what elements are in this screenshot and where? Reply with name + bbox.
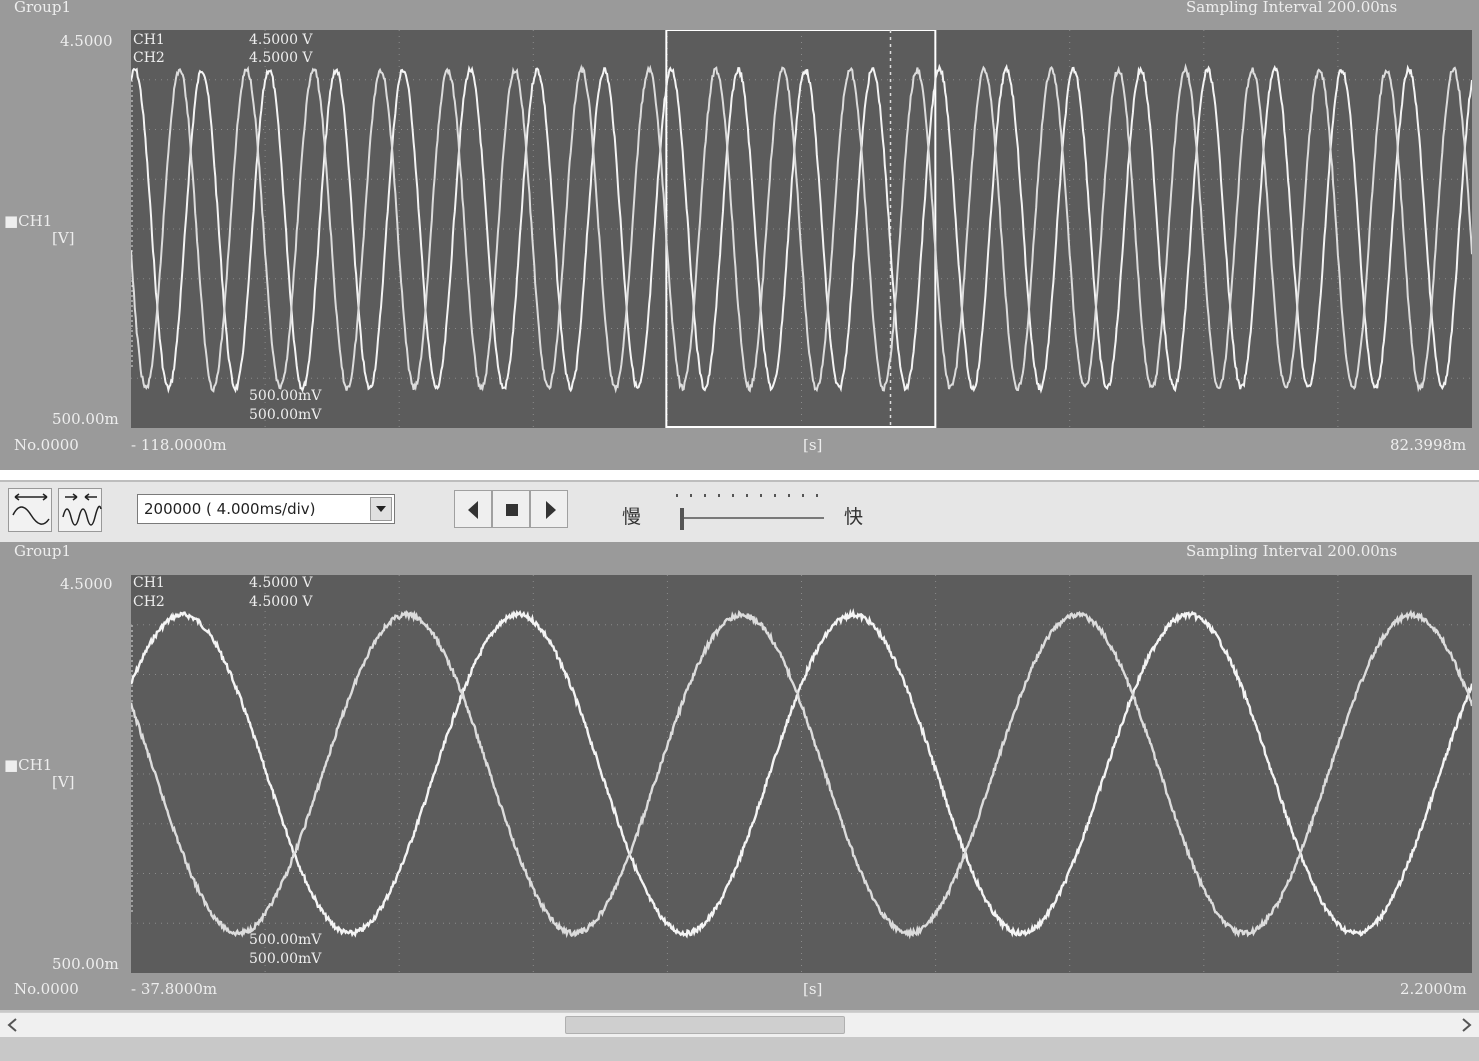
ch2-div-value: 500.00mV (249, 407, 322, 423)
y-max-label: 4.5000 (60, 32, 113, 50)
triangle-right-icon (546, 501, 556, 519)
slider-tick (816, 494, 818, 497)
slider-tick (718, 494, 720, 497)
overview-plot-area[interactable]: CH1 CH2 4.5000 V 4.5000 V 500.00mV 500.0… (131, 30, 1472, 428)
x-end-label: 82.3998m (1390, 436, 1467, 454)
y-min-label: 500.00m (52, 955, 119, 973)
overview-waveform-svg[interactable] (131, 30, 1472, 428)
ch1-name: CH1 (133, 575, 165, 591)
slider-tick (774, 494, 776, 497)
overview-waveform-window: Group1 Sampling Interval 200.00ns 4.5000… (0, 0, 1479, 470)
ch1-top-value: 4.5000 V (249, 32, 313, 48)
chevron-right-icon[interactable] (1457, 1016, 1475, 1034)
time-scale-value: 200000 ( 4.000ms/div) (144, 500, 316, 518)
x-start-label: - 37.8000m (131, 980, 218, 998)
fast-label: 快 (844, 506, 864, 528)
zoom-plot-area[interactable]: CH1 CH2 4.5000 V 4.5000 V 500.00mV 500.0… (131, 575, 1472, 973)
expand-horizontal-icon (12, 493, 50, 525)
slider-tick (732, 494, 734, 497)
plot-grid (131, 30, 1472, 428)
horizontal-scrollbar[interactable] (0, 1012, 1479, 1037)
ch2-top-value: 4.5000 V (249, 594, 313, 610)
ch2-name: CH2 (133, 594, 165, 610)
sampling-interval: Sampling Interval 200.00ns (1186, 542, 1398, 560)
stop-square-icon (506, 504, 518, 516)
ch1-div-value: 500.00mV (249, 388, 322, 404)
slider-tick (704, 494, 706, 497)
triangle-left-icon (468, 501, 478, 519)
sampling-interval: Sampling Interval 200.00ns (1186, 0, 1398, 16)
speed-slider[interactable] (672, 490, 832, 534)
slider-tick (746, 494, 748, 497)
ch1-div-value: 500.00mV (249, 932, 322, 948)
compress-horizontal-icon (62, 493, 102, 526)
group-label: Group1 (14, 0, 71, 16)
slider-tick (676, 494, 678, 497)
slider-tick (690, 494, 692, 497)
ch1-top-value: 4.5000 V (249, 575, 313, 591)
unit-label: [V] (52, 773, 75, 791)
compress-horizontal-button[interactable] (58, 488, 102, 532)
next-button[interactable] (530, 490, 568, 528)
zoom-waveform-svg[interactable] (131, 575, 1472, 973)
group-label: Group1 (14, 542, 71, 560)
chevron-down-icon (376, 506, 386, 512)
ch2-div-value: 500.00mV (249, 951, 322, 967)
x-unit-label: [s] (803, 436, 823, 454)
x-unit-label: [s] (803, 980, 823, 998)
channel-label: ■CH1 (4, 212, 53, 230)
record-number: No.0000 (14, 980, 79, 998)
scroll-thumb[interactable] (565, 1016, 845, 1034)
y-min-label: 500.00m (52, 410, 119, 428)
zoom-waveform-window: Group1 Sampling Interval 200.00ns 4.5000… (0, 542, 1479, 1010)
time-scale-select[interactable]: 200000 ( 4.000ms/div) (137, 494, 395, 524)
panel-divider (0, 470, 1479, 480)
channel-label: ■CH1 (4, 756, 53, 774)
ch2-name: CH2 (133, 50, 165, 66)
ch2-top-value: 4.5000 V (249, 50, 313, 66)
x-end-label: 2.2000m (1400, 980, 1467, 998)
unit-label: [V] (52, 229, 75, 247)
playback-toolbar: 200000 ( 4.000ms/div) 慢 快 (0, 480, 1479, 543)
dropdown-button[interactable] (370, 497, 392, 521)
slow-label: 慢 (622, 506, 642, 528)
slider-tick (802, 494, 804, 497)
expand-horizontal-button[interactable] (8, 488, 52, 532)
slider-tick (788, 494, 790, 497)
slider-tick (760, 494, 762, 497)
x-start-label: - 118.0000m (131, 436, 227, 454)
ch1-name: CH1 (133, 32, 165, 48)
record-number: No.0000 (14, 436, 79, 454)
stop-button[interactable] (492, 490, 530, 528)
chevron-left-icon[interactable] (4, 1016, 22, 1034)
previous-button[interactable] (454, 490, 492, 528)
slider-thumb[interactable] (680, 508, 684, 530)
y-max-label: 4.5000 (60, 575, 113, 593)
